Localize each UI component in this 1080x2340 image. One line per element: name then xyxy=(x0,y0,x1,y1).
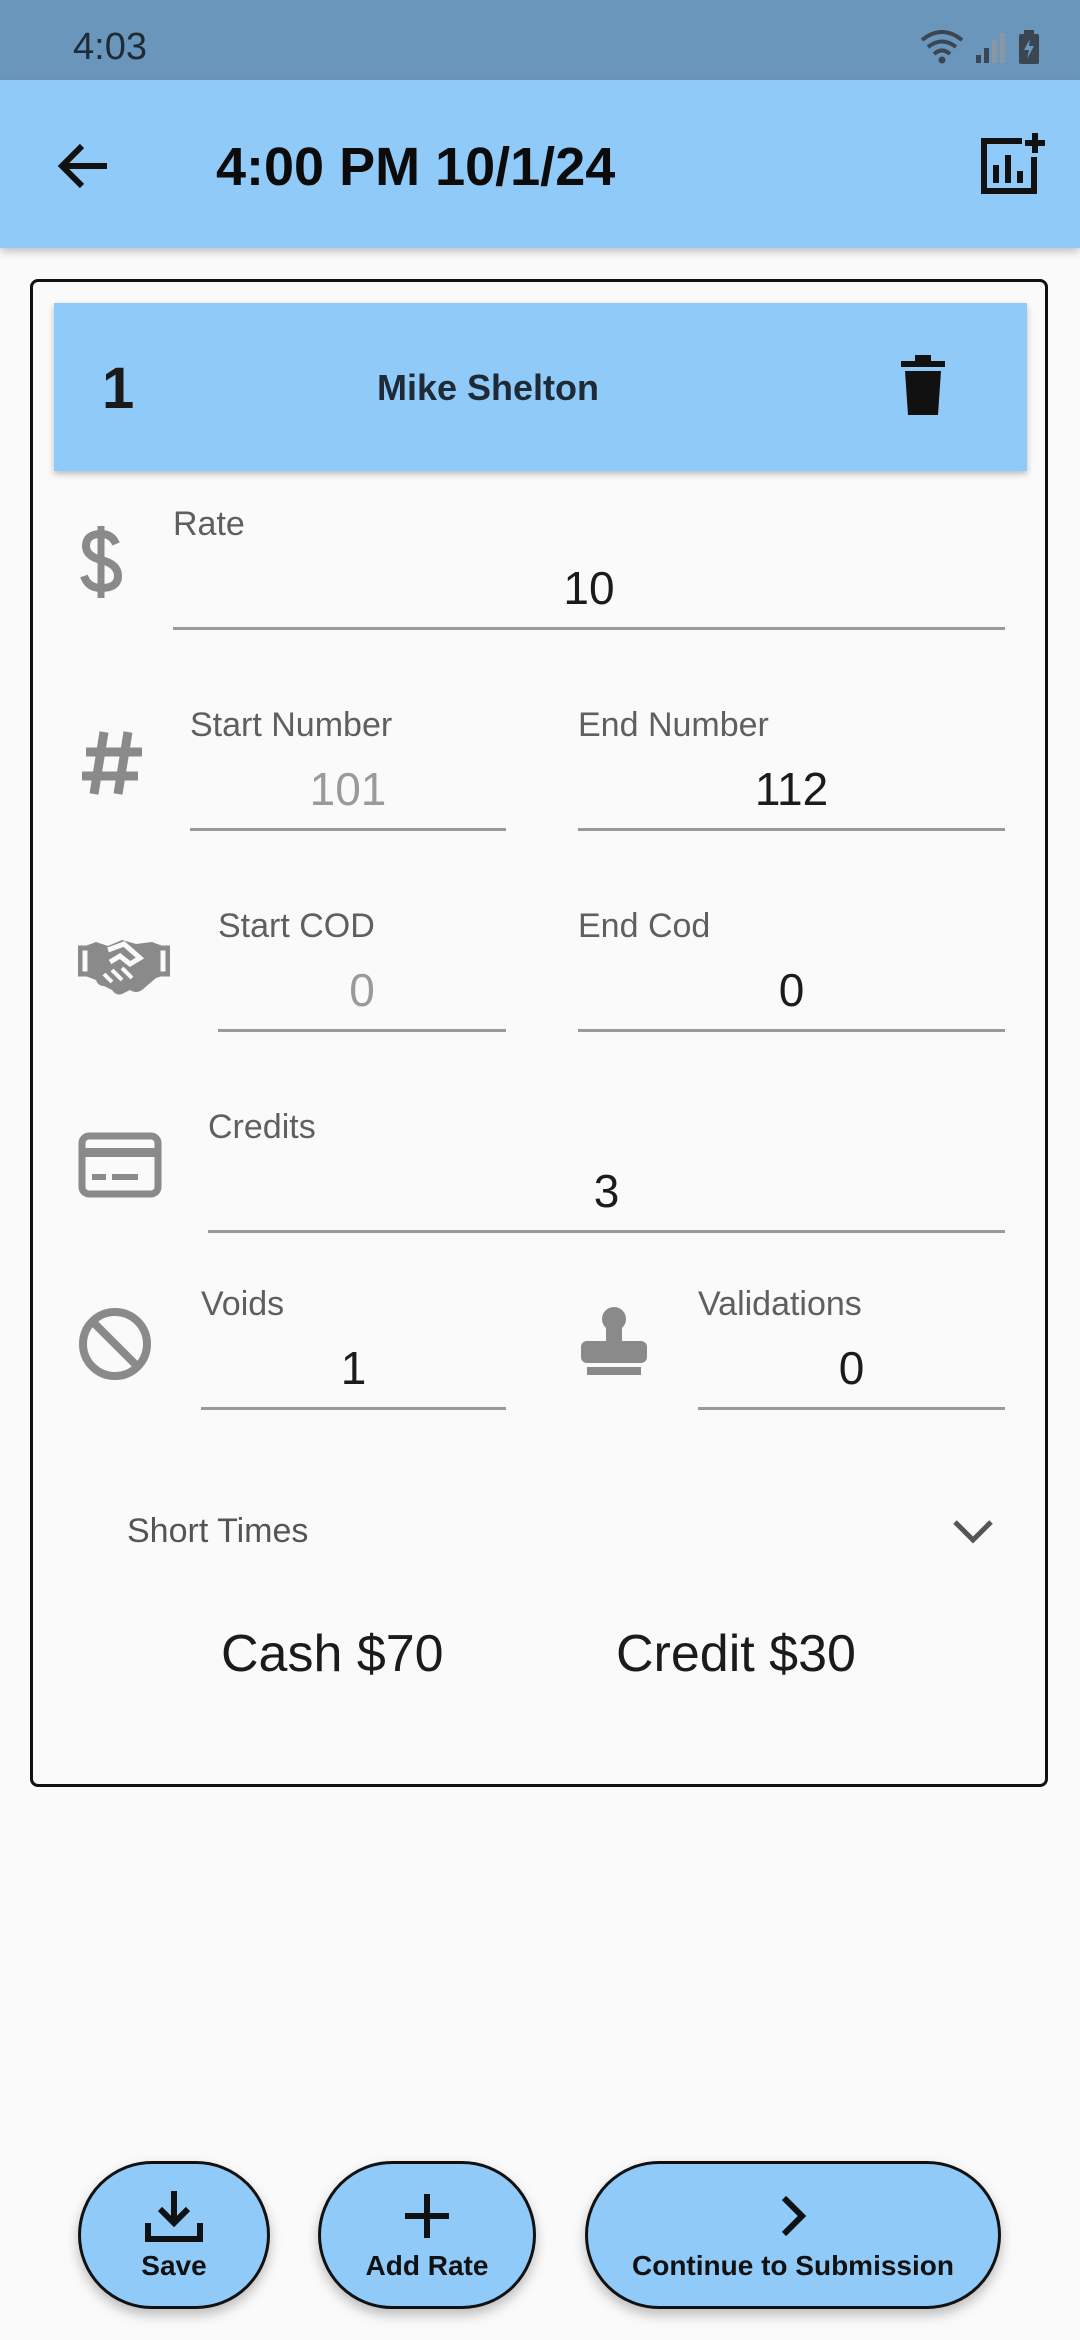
save-button[interactable]: Save xyxy=(78,2161,270,2309)
start-number-field[interactable]: Start Number 101 xyxy=(190,706,506,834)
credits-value: 3 xyxy=(593,1165,620,1217)
start-cod-underline xyxy=(218,1029,506,1032)
rate-field[interactable]: Rate 10 xyxy=(173,505,1005,633)
cash-total: Cash $70 xyxy=(221,1625,444,1683)
short-times-label: Short Times xyxy=(127,1512,309,1550)
trash-icon[interactable] xyxy=(899,355,947,415)
end-number-label: End Number xyxy=(578,706,769,744)
start-number-label: Start Number xyxy=(190,706,393,744)
credits-underline xyxy=(208,1230,1005,1233)
end-number-field[interactable]: End Number 112 xyxy=(578,706,1005,834)
rate-card: 1 Mike Shelton Rate 10 Start Number 10 1 … xyxy=(30,279,1048,1787)
end-cod-label: End Cod xyxy=(578,907,711,945)
validations-value: 0 xyxy=(838,1342,865,1394)
start-cod-label: Start COD xyxy=(218,907,375,945)
handshake-icon xyxy=(78,940,170,995)
end-cod-value: 0 xyxy=(778,964,805,1016)
signal-icon xyxy=(976,33,1005,63)
add-chart-icon xyxy=(981,133,1045,194)
validations-field[interactable]: Validations 0 xyxy=(698,1285,1005,1413)
chevron-right-icon xyxy=(781,2195,807,2237)
continue-label: Continue to Submission xyxy=(632,2250,954,2281)
validations-label: Validations xyxy=(698,1285,862,1323)
wifi-icon xyxy=(920,30,964,64)
save-label: Save xyxy=(141,2250,207,2281)
validations-underline xyxy=(698,1407,1005,1410)
dollar-icon xyxy=(80,526,123,598)
block-icon xyxy=(79,1308,151,1380)
app-bar: 4:00 PM 10/1/24 xyxy=(0,80,1080,248)
voids-underline xyxy=(201,1407,506,1410)
battery-icon xyxy=(1019,30,1039,64)
status-time: 4:03 xyxy=(73,26,147,68)
hash-icon xyxy=(82,731,142,795)
stamp-icon xyxy=(581,1307,647,1375)
credit-total: Credit $30 xyxy=(616,1625,856,1683)
rate-underline xyxy=(173,627,1005,630)
arrow-left-icon xyxy=(57,143,107,189)
status-bar: 4:03 xyxy=(0,0,1080,80)
end-number-underline xyxy=(578,828,1005,831)
status-icons xyxy=(920,30,1040,64)
voids-label: Voids xyxy=(201,1285,285,1323)
chevron-down-icon xyxy=(953,1520,993,1544)
page-title: 4:00 PM 10/1/24 xyxy=(216,137,616,197)
start-number-value: 101 xyxy=(309,763,387,815)
credits-field[interactable]: Credits 3 xyxy=(208,1108,1005,1236)
download-icon xyxy=(145,2191,203,2242)
back-button[interactable] xyxy=(48,130,120,202)
end-cod-underline xyxy=(578,1029,1005,1032)
plus-icon xyxy=(405,2194,449,2238)
end-cod-field[interactable]: End Cod 0 xyxy=(578,907,1005,1035)
start-number-underline xyxy=(190,828,506,831)
voids-value: 1 xyxy=(340,1342,367,1394)
add-rate-label: Add Rate xyxy=(365,2250,489,2281)
employee-name: Mike Shelton xyxy=(376,367,600,408)
credit-card-icon xyxy=(78,1132,162,1198)
start-cod-value: 0 xyxy=(349,964,375,1016)
rate-value: 10 xyxy=(563,562,615,614)
start-cod-field[interactable]: Start COD 0 xyxy=(218,907,506,1035)
rate-label: Rate xyxy=(173,505,245,543)
credits-label: Credits xyxy=(208,1108,316,1146)
add-report-button[interactable] xyxy=(972,124,1052,204)
voids-field[interactable]: Voids 1 xyxy=(201,1285,506,1413)
short-times-expander[interactable]: Short Times xyxy=(127,1492,997,1572)
end-number-value: 112 xyxy=(754,763,829,815)
card-header: 1 Mike Shelton xyxy=(54,303,1027,471)
add-rate-button[interactable]: Add Rate xyxy=(318,2161,536,2309)
continue-button[interactable]: Continue to Submission xyxy=(585,2161,1001,2309)
